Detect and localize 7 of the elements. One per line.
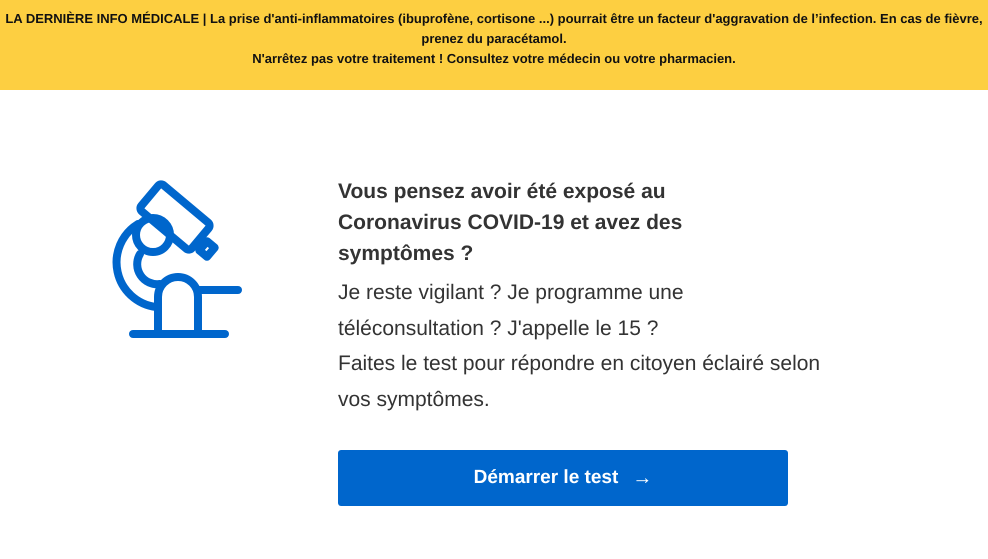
question-heading: Vous pensez avoir été exposé au Coronavirus COVID-19 et avez des symptômes ?: [338, 179, 684, 267]
start-test-button[interactable]: Démarrer le test →: [338, 450, 788, 506]
body-text: Faites le test pour répondre en citoyen éclairé selon vos symptômes.: [338, 351, 822, 412]
body-text: Je reste vigilant ? Je programme une téléconsultation ? J'appelle le 15 ?: [338, 280, 685, 342]
banner-text: N'arrêtez pas votre traitement ! Consultez votre médecin ou votre pharmacien.: [252, 50, 736, 68]
banner-text: LA DERNIÈRE INFO MÉDICALE | La prise d'anti-inflammatoires (ibuprofène, cortisone ...) pourrait être un facteur d'aggravation de l’infection. En cas de fièvre, prenez du paracétamol.: [4, 10, 984, 48]
arrow-icon: →: [632, 466, 652, 490]
